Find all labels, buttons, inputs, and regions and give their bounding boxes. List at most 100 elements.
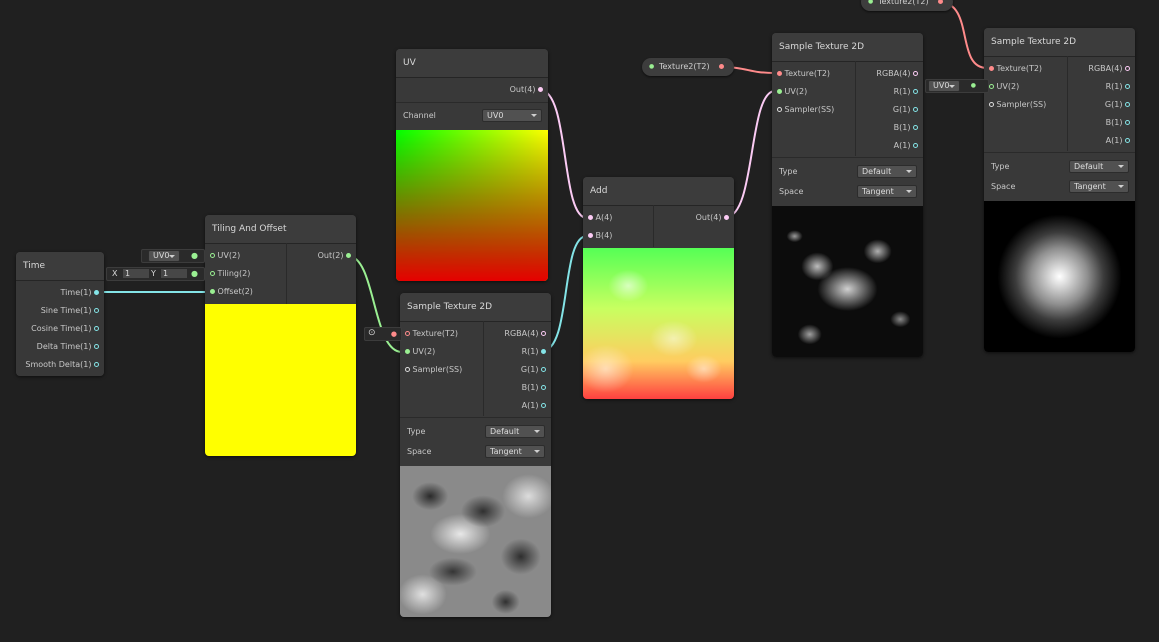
tiling-preview <box>205 304 356 456</box>
r-output[interactable]: R(1) <box>522 346 546 358</box>
uv-node[interactable]: UV Out(4) Channel UV0 <box>396 49 548 281</box>
port-label: R(1) <box>1105 82 1123 91</box>
g-output[interactable]: G(1) <box>521 364 546 376</box>
cosine-time-output[interactable]: Cosine Time(1) <box>31 323 99 335</box>
tiling-xy-field[interactable]: X 1 Y 1 ● <box>106 267 205 281</box>
g-output[interactable]: G(1) <box>893 104 918 116</box>
port-label: A(4) <box>595 213 613 222</box>
port-dot-icon <box>913 125 918 130</box>
port-dot-icon <box>1125 102 1130 107</box>
uv-input[interactable]: UV(2) <box>777 86 807 98</box>
port-label: Tiling(2) <box>217 269 251 278</box>
sample-texture-node-3[interactable]: Sample Texture 2D Texture(T2) UV(2) Samp… <box>984 28 1135 352</box>
uv-channel-dropdown[interactable]: UV0 <box>148 250 180 262</box>
r-output[interactable]: R(1) <box>1106 81 1130 93</box>
a-output[interactable]: A(1) <box>522 400 546 412</box>
a-output[interactable]: A(1) <box>894 140 918 152</box>
sample-texture-node-1[interactable]: Sample Texture 2D Texture(T2) UV(2) Samp… <box>400 293 551 617</box>
port-dot-icon <box>989 84 994 89</box>
port-dot-icon <box>541 331 546 336</box>
connector-dot-icon: ● <box>191 251 198 260</box>
type-value: Default <box>1074 162 1104 171</box>
connector-dot-icon: ● <box>390 330 397 338</box>
type-dropdown[interactable]: Default <box>1069 160 1129 173</box>
add-output[interactable]: Out(4) <box>696 212 729 224</box>
port-label: Out(4) <box>695 213 722 222</box>
rgba-output[interactable]: RGBA(4) <box>504 328 546 340</box>
exposed-dot-icon: ● <box>649 63 655 70</box>
uv-channel-value: UV0 <box>933 81 950 90</box>
offset-input[interactable]: Offset(2) <box>210 286 253 298</box>
sampler-input[interactable]: Sampler(SS) <box>777 104 834 116</box>
port-label: Sampler(SS) <box>784 105 835 114</box>
delta-time-output[interactable]: Delta Time(1) <box>37 341 99 353</box>
sample-texture-node-2[interactable]: Sample Texture 2D Texture(T2) UV(2) Samp… <box>772 33 923 357</box>
texture2-property-pill[interactable]: ● Texture2(T2) <box>642 58 734 76</box>
sample3-uv-field[interactable]: UV0 ● <box>925 79 989 93</box>
sample1-texture-field[interactable]: ⊙ ● <box>364 327 402 341</box>
port-dot-icon <box>913 89 918 94</box>
port-label: Sampler(SS) <box>412 365 463 374</box>
uv-input[interactable]: UV(2) <box>989 81 1019 93</box>
tiling-offset-node[interactable]: Tiling And Offset UV(2) Tiling(2) Offset… <box>205 215 356 456</box>
add-node-title: Add <box>583 177 734 206</box>
uv-input[interactable]: UV(2) <box>405 346 435 358</box>
b-output[interactable]: B(1) <box>894 122 918 134</box>
port-dot-icon <box>541 385 546 390</box>
port-dot-icon <box>541 403 546 408</box>
port-dot-icon <box>210 271 215 276</box>
smooth-delta-output[interactable]: Smooth Delta(1) <box>25 359 99 371</box>
r-output[interactable]: R(1) <box>894 86 918 98</box>
port-dot-icon <box>989 102 994 107</box>
sampler-input[interactable]: Sampler(SS) <box>405 364 462 376</box>
space-dropdown[interactable]: Tangent <box>857 185 917 198</box>
wire-texture-b-to-sample3 <box>938 1 988 69</box>
port-label: RGBA(4) <box>1088 64 1123 73</box>
a-output[interactable]: A(1) <box>1106 135 1130 147</box>
sampler-input[interactable]: Sampler(SS) <box>989 99 1046 111</box>
type-dropdown[interactable]: Default <box>857 165 917 178</box>
y-label: Y <box>151 269 156 278</box>
add-node[interactable]: Add A(4) B(4) Out(4) <box>583 177 734 399</box>
port-label: A(1) <box>521 401 539 410</box>
type-dropdown[interactable]: Default <box>485 425 545 438</box>
b-output[interactable]: B(1) <box>522 382 546 394</box>
tiling-x-input[interactable]: 1 <box>123 269 149 278</box>
texture2-property-pill[interactable]: ● Texture2(T2) <box>861 0 953 11</box>
add-preview <box>583 248 734 399</box>
port-dot-icon <box>938 0 943 4</box>
texture-input[interactable]: Texture(T2) <box>405 328 458 340</box>
tiling-uv-field[interactable]: UV0 ● <box>141 249 205 263</box>
uv-channel-dropdown[interactable]: UV0 <box>928 80 960 92</box>
uv-input[interactable]: UV(2) <box>210 250 240 262</box>
rgba-output[interactable]: RGBA(4) <box>1088 63 1130 75</box>
connector-dot-icon: ● <box>191 269 198 278</box>
port-dot-icon <box>541 367 546 372</box>
uv-output[interactable]: Out(4) <box>510 84 543 96</box>
texture-input[interactable]: Texture(T2) <box>989 63 1042 75</box>
add-a-input[interactable]: A(4) <box>588 212 612 224</box>
tiling-input[interactable]: Tiling(2) <box>210 268 250 280</box>
tiling-y-input[interactable]: 1 <box>161 269 187 278</box>
space-label: Space <box>991 182 1016 191</box>
port-dot-icon <box>405 349 410 354</box>
port-label: B(1) <box>893 123 911 132</box>
time-node[interactable]: Time Time(1) Sine Time(1) Cosine Time(1)… <box>16 252 104 376</box>
port-label: UV(2) <box>996 82 1020 91</box>
space-dropdown[interactable]: Tangent <box>1069 180 1129 193</box>
separator <box>396 102 548 103</box>
connector-dot-icon: ● <box>970 82 976 89</box>
time-output[interactable]: Time(1) <box>61 287 99 299</box>
sine-time-output[interactable]: Sine Time(1) <box>41 305 99 317</box>
add-b-input[interactable]: B(4) <box>588 230 612 242</box>
uv-preview-red-overlay <box>396 130 548 281</box>
tiling-output[interactable]: Out(2) <box>318 250 351 262</box>
g-output[interactable]: G(1) <box>1105 99 1130 111</box>
texture-input[interactable]: Texture(T2) <box>777 68 830 80</box>
channel-dropdown[interactable]: UV0 <box>482 109 542 122</box>
port-label: Smooth Delta(1) <box>25 360 92 369</box>
b-output[interactable]: B(1) <box>1106 117 1130 129</box>
port-label: G(1) <box>520 365 539 374</box>
rgba-output[interactable]: RGBA(4) <box>876 68 918 80</box>
space-dropdown[interactable]: Tangent <box>485 445 545 458</box>
